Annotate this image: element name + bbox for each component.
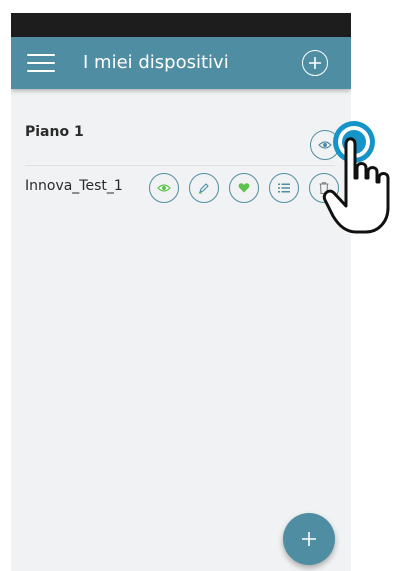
device-label: Innova_Test_1 (25, 178, 123, 194)
plus-icon (302, 532, 316, 546)
tap-gesture-hand-icon (322, 137, 390, 234)
device-edit-button[interactable] (189, 173, 219, 203)
device-list-button[interactable] (269, 173, 299, 203)
device-view-button[interactable] (149, 173, 179, 203)
app-bar: I miei dispositivi (11, 37, 351, 89)
group-label: Piano 1 (25, 124, 84, 140)
device-row-innova-test-1[interactable]: Innova_Test_1 (11, 173, 351, 213)
page-title: I miei dispositivi (83, 52, 229, 73)
divider (25, 165, 335, 166)
eye-icon (157, 184, 171, 192)
heart-icon (238, 183, 250, 193)
pencil-icon (199, 183, 209, 194)
plus-circle-icon (309, 57, 321, 69)
app-screen: I miei dispositivi Piano 1 Innova_Test_1 (11, 13, 351, 571)
list-icon (278, 183, 290, 193)
hamburger-menu-icon[interactable] (27, 51, 55, 75)
group-row-piano-1[interactable]: Piano 1 (11, 113, 351, 160)
status-bar (11, 13, 351, 37)
add-fab-button[interactable] (283, 513, 335, 565)
device-list: Piano 1 Innova_Test_1 (11, 113, 351, 213)
add-device-button[interactable] (302, 50, 328, 76)
device-favorite-button[interactable] (229, 173, 259, 203)
